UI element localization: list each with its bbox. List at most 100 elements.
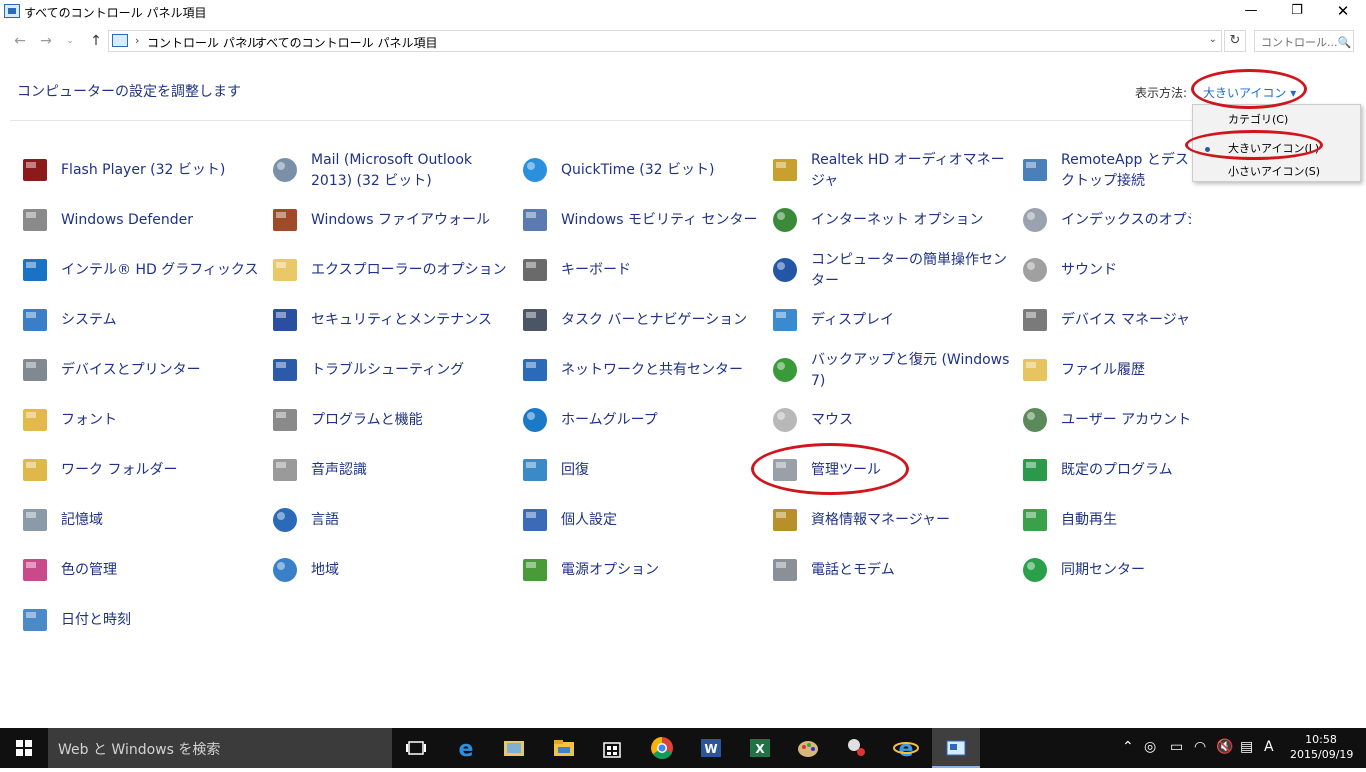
control-panel-item-label: ディスプレイ (811, 312, 895, 328)
taskbar: Web と Windows を検索 e W X e ⌃ ◎ ▭ ◠ 🔇 ▤ A … (0, 728, 1366, 768)
address-dropdown-chevron-icon[interactable]: ⌄ (1209, 34, 1217, 45)
start-button[interactable] (0, 728, 48, 768)
store-icon[interactable] (598, 734, 626, 762)
search-input[interactable]: コントロール...🔍 (1254, 30, 1354, 52)
control-panel-item[interactable]: ユーザー アカウント (1019, 398, 1191, 444)
control-panel-item[interactable]: 地域 (269, 548, 509, 594)
wifi-icon[interactable]: ◠ (1194, 739, 1206, 755)
clock[interactable]: 10:58 2015/09/19 (1290, 732, 1354, 762)
control-panel-item-label: 電話とモデム (811, 562, 895, 578)
menu-item-small-icons[interactable]: 小さいアイコン(S) (1228, 163, 1320, 179)
page-title: コンピューターの設定を調整します (17, 84, 241, 100)
font-icon (19, 404, 51, 436)
control-panel-item[interactable]: バックアップと復元 (Windows 7) (769, 348, 1009, 394)
control-panel-item[interactable]: インテル® HD グラフィックス (19, 248, 259, 294)
control-panel-item-label: Flash Player (32 ビット) (61, 162, 226, 178)
control-panel-item[interactable]: 同期センター (1019, 548, 1191, 594)
control-panel-item[interactable]: 既定のプログラム (1019, 448, 1191, 494)
control-panel-item[interactable]: 言語 (269, 498, 509, 544)
control-panel-item[interactable]: ネットワークと共有センター (519, 348, 759, 394)
network-icon (519, 354, 551, 386)
word-icon[interactable]: W (697, 734, 725, 762)
control-panel-item[interactable]: Mail (Microsoft Outlook 2013) (32 ビット) (269, 148, 509, 194)
snipping-tool-icon[interactable] (843, 734, 871, 762)
backup-icon (769, 354, 801, 386)
paint-icon[interactable] (794, 734, 822, 762)
forward-arrow-icon[interactable]: → (36, 31, 56, 51)
task-view-icon[interactable] (402, 734, 430, 762)
recent-locations-chevron-icon[interactable]: ⌄ (60, 31, 80, 51)
control-panel-item-label: マウス (811, 412, 853, 428)
control-panel-item[interactable]: タスク バーとナビゲーション (519, 298, 759, 344)
control-panel-item[interactable]: 回復 (519, 448, 759, 494)
control-panel-item[interactable]: 電話とモデム (769, 548, 1009, 594)
minimize-button[interactable]: — (1228, 0, 1274, 24)
control-panel-item[interactable]: トラブルシューティング (269, 348, 509, 394)
excel-icon[interactable]: X (746, 734, 774, 762)
control-panel-item[interactable]: デバイスとプリンター (19, 348, 259, 394)
control-panel-taskbar-icon[interactable] (942, 734, 970, 762)
control-panel-item[interactable]: キーボード (519, 248, 759, 294)
control-panel-item[interactable]: セキュリティとメンテナンス (269, 298, 509, 344)
control-panel-item[interactable]: ファイル履歴 (1019, 348, 1191, 394)
taskbar-search-input[interactable]: Web と Windows を検索 (48, 728, 392, 768)
internet-options-icon (769, 204, 801, 236)
control-panel-item[interactable]: ディスプレイ (769, 298, 1009, 344)
control-panel-item[interactable]: ホームグループ (519, 398, 759, 444)
control-panel-item[interactable]: 個人設定 (519, 498, 759, 544)
control-panel-item[interactable]: Windows ファイアウォール (269, 198, 509, 244)
control-panel-item[interactable]: コンピューターの簡単操作センター (769, 248, 1009, 294)
chrome-icon[interactable] (648, 734, 676, 762)
control-panel-item[interactable]: Flash Player (32 ビット) (19, 148, 259, 194)
control-panel-item[interactable]: Windows Defender (19, 198, 259, 244)
clock-date: 2015/09/19 (1290, 748, 1354, 761)
tray-overflow-chevron-icon[interactable]: ⌃ (1122, 739, 1134, 755)
breadcrumb-separator-icon[interactable]: › (243, 34, 247, 47)
ime-indicator[interactable]: A (1264, 739, 1274, 755)
restore-button[interactable]: ❐ (1274, 0, 1320, 24)
region-icon (269, 554, 301, 586)
control-panel-item[interactable]: 記憶域 (19, 498, 259, 544)
volume-muted-icon[interactable]: 🔇 (1216, 739, 1233, 755)
control-panel-item[interactable]: ワーク フォルダー (19, 448, 259, 494)
control-panel-item[interactable]: 日付と時刻 (19, 598, 259, 644)
control-panel-item[interactable]: フォント (19, 398, 259, 444)
sync-icon (1019, 554, 1051, 586)
battery-icon[interactable]: ▭ (1170, 739, 1183, 755)
control-panel-item[interactable]: Windows モビリティ センター (519, 198, 759, 244)
control-panel-item[interactable]: QuickTime (32 ビット) (519, 148, 759, 194)
control-panel-item[interactable]: システム (19, 298, 259, 344)
action-center-icon[interactable]: ▤ (1240, 739, 1253, 755)
edge-icon[interactable]: e (452, 734, 480, 762)
control-panel-item[interactable]: デバイス マネージャー (1019, 298, 1191, 344)
tray-network-app-icon[interactable]: ◎ (1144, 739, 1156, 755)
control-panel-item[interactable]: 色の管理 (19, 548, 259, 594)
explorer-photos-icon[interactable] (500, 734, 528, 762)
system-icon (19, 304, 51, 336)
internet-explorer-icon[interactable]: e (892, 734, 920, 762)
refresh-icon[interactable]: ↻ (1224, 30, 1246, 52)
control-panel-item[interactable]: 電源オプション (519, 548, 759, 594)
breadcrumb-separator-icon[interactable]: › (135, 34, 139, 47)
control-panel-item[interactable]: マウス (769, 398, 1009, 444)
control-panel-item[interactable]: 自動再生 (1019, 498, 1191, 544)
defender-icon (19, 204, 51, 236)
control-panel-item[interactable]: RemoteApp とデスクトップ接続 (1019, 148, 1191, 194)
navigation-bar: ← → ⌄ ↑ › コントロール パネル › すべてのコントロール パネル項目 … (0, 28, 1366, 54)
file-explorer-icon[interactable] (550, 734, 578, 762)
control-panel-item[interactable]: Realtek HD オーディオマネージャ (769, 148, 1009, 194)
control-panel-item[interactable]: インデックスのオプション (1019, 198, 1191, 244)
close-button[interactable]: ✕ (1320, 0, 1366, 24)
menu-item-category[interactable]: カテゴリ(C) (1228, 111, 1288, 127)
control-panel-item[interactable]: 資格情報マネージャー (769, 498, 1009, 544)
control-panel-item[interactable]: インターネット オプション (769, 198, 1009, 244)
control-panel-item[interactable]: サウンド (1019, 248, 1191, 294)
control-panel-item[interactable]: プログラムと機能 (269, 398, 509, 444)
control-panel-item[interactable]: エクスプローラーのオプション (269, 248, 509, 294)
back-arrow-icon[interactable]: ← (10, 31, 30, 51)
breadcrumb-all-items[interactable]: すべてのコントロール パネル項目 (255, 34, 438, 51)
up-arrow-icon[interactable]: ↑ (86, 31, 106, 51)
address-bar[interactable]: › コントロール パネル › すべてのコントロール パネル項目 ⌄ (108, 30, 1222, 52)
control-panel-item-label: 記憶域 (61, 512, 103, 528)
control-panel-item[interactable]: 音声認識 (269, 448, 509, 494)
